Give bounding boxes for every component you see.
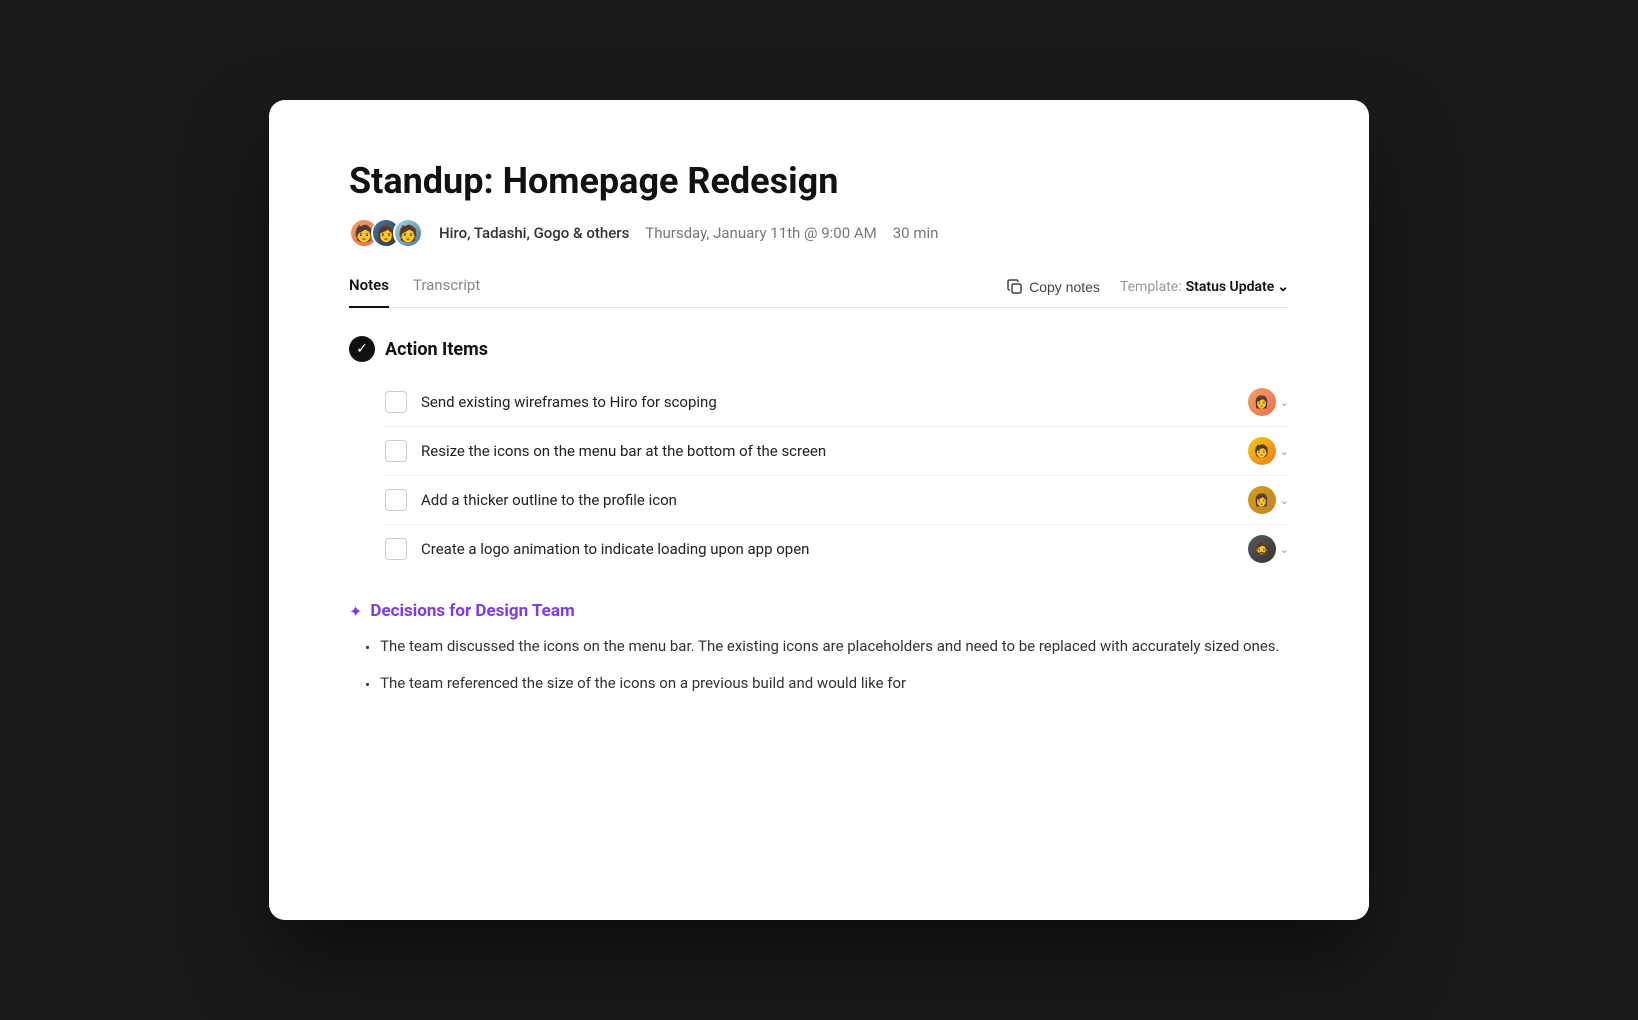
avatar-3: 🧑: [393, 218, 423, 248]
decisions-section: ✦ Decisions for Design Team • The team d…: [349, 601, 1289, 698]
action-items-list: Send existing wireframes to Hiro for sco…: [385, 378, 1289, 573]
meeting-title: Standup: Homepage Redesign: [349, 160, 1289, 202]
tabs-row: Notes Transcript Copy notes Template: St…: [349, 276, 1289, 308]
checkbox-3[interactable]: [385, 489, 407, 511]
decisions-list: • The team discussed the icons on the me…: [365, 635, 1289, 698]
template-selector: Template: Status Update ⌄: [1120, 279, 1289, 295]
assignee-3[interactable]: 👩 ⌄: [1248, 486, 1289, 514]
chevron-down-icon: ⌄: [1277, 279, 1289, 295]
action-items-header: ✓ Action Items: [349, 336, 1289, 362]
checkbox-2[interactable]: [385, 440, 407, 462]
decisions-header: ✦ Decisions for Design Team: [349, 601, 1289, 621]
action-item: Send existing wireframes to Hiro for sco…: [385, 378, 1289, 427]
copy-icon: [1007, 279, 1023, 295]
assignee-chevron-2: ⌄: [1280, 445, 1289, 458]
check-circle-icon: ✓: [349, 336, 375, 362]
main-window: Standup: Homepage Redesign 🧑 👩 🧑 Hiro, T…: [269, 100, 1369, 920]
assignee-chevron-3: ⌄: [1280, 494, 1289, 507]
meeting-date: Thursday, January 11th @ 9:00 AM: [645, 224, 876, 242]
bullet-2: •: [365, 674, 370, 697]
copy-notes-button[interactable]: Copy notes: [1007, 279, 1100, 295]
action-item: Create a logo animation to indicate load…: [385, 525, 1289, 573]
action-items-title: Action Items: [385, 339, 488, 360]
decision-text-2: The team referenced the size of the icon…: [380, 672, 1289, 695]
bullet-1: •: [365, 637, 370, 660]
assignee-avatar-1: 👩: [1248, 388, 1276, 416]
action-item: Add a thicker outline to the profile ico…: [385, 476, 1289, 525]
checkbox-4[interactable]: [385, 538, 407, 560]
meeting-duration: 30 min: [893, 224, 939, 242]
meeting-meta: 🧑 👩 🧑 Hiro, Tadashi, Gogo & others Thurs…: [349, 218, 1289, 248]
assignee-avatar-2: 🧑: [1248, 437, 1276, 465]
action-item: Resize the icons on the menu bar at the …: [385, 427, 1289, 476]
action-item-text-4: Create a logo animation to indicate load…: [421, 540, 1248, 558]
tab-transcript[interactable]: Transcript: [413, 276, 480, 308]
tab-notes[interactable]: Notes: [349, 276, 389, 308]
attendees-label: Hiro, Tadashi, Gogo & others: [439, 224, 629, 242]
assignee-chevron-1: ⌄: [1280, 396, 1289, 409]
action-item-text-1: Send existing wireframes to Hiro for sco…: [421, 393, 1248, 411]
sparkle-icon: ✦: [349, 602, 362, 621]
assignee-avatar-3: 👩: [1248, 486, 1276, 514]
decision-item-1: • The team discussed the icons on the me…: [365, 635, 1289, 660]
assignee-avatar-4: 🧔: [1248, 535, 1276, 563]
assignee-4[interactable]: 🧔 ⌄: [1248, 535, 1289, 563]
fade-overlay: [269, 840, 1369, 920]
decision-item-2: • The team referenced the size of the ic…: [365, 672, 1289, 697]
action-item-text-2: Resize the icons on the menu bar at the …: [421, 442, 1248, 460]
action-item-text-3: Add a thicker outline to the profile ico…: [421, 491, 1248, 509]
checkbox-1[interactable]: [385, 391, 407, 413]
decision-text-1: The team discussed the icons on the menu…: [380, 635, 1289, 658]
assignee-chevron-4: ⌄: [1280, 543, 1289, 556]
assignee-1[interactable]: 👩 ⌄: [1248, 388, 1289, 416]
attendee-avatars: 🧑 👩 🧑: [349, 218, 423, 248]
template-value-button[interactable]: Status Update ⌄: [1186, 279, 1289, 295]
tabs-actions: Copy notes Template: Status Update ⌄: [1007, 279, 1289, 305]
template-label: Template:: [1120, 279, 1182, 295]
tabs-container: Notes Transcript: [349, 276, 480, 307]
copy-notes-label: Copy notes: [1029, 279, 1100, 295]
decisions-title: Decisions for Design Team: [370, 601, 574, 621]
assignee-2[interactable]: 🧑 ⌄: [1248, 437, 1289, 465]
